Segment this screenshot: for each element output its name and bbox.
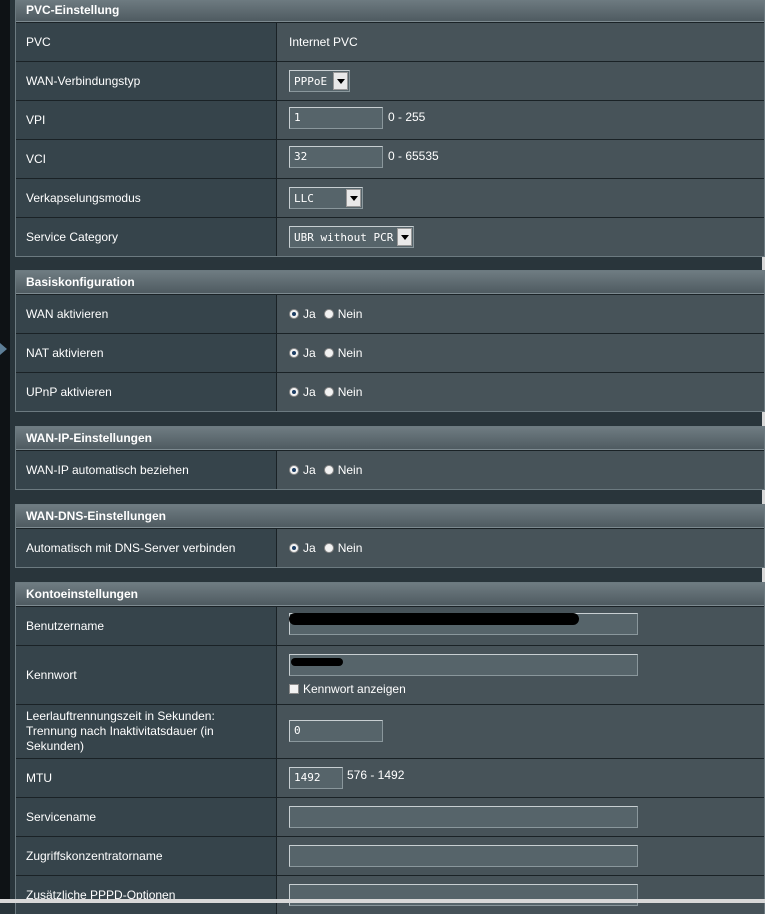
radio-yes-label: Ja	[303, 541, 316, 555]
encap-row: Verkapselungsmodus LLC	[16, 178, 764, 217]
pppd-options-row: Zusätzliche PPPD-Optionen	[16, 875, 764, 914]
pppd-options-label: Zusätzliche PPPD-Optionen	[16, 876, 277, 914]
pvc-value: Internet PVC	[289, 35, 358, 49]
wan-ip-panel: WAN-IP-Einstellungen WAN-IP automatisch …	[15, 426, 765, 490]
basis-config-panel: Basiskonfiguration WAN aktivieren Ja Nei…	[15, 270, 765, 412]
service-name-input[interactable]	[289, 806, 638, 828]
chevron-down-icon[interactable]	[397, 228, 413, 246]
wan-enable-no-radio[interactable]	[323, 309, 334, 319]
pvc-settings-panel: PVC-Einstellung PVC Internet PVC WAN-Ver…	[15, 0, 765, 257]
mtu-label: MTU	[16, 759, 277, 797]
encap-select[interactable]: LLC	[289, 187, 363, 209]
wan-type-selected-value: PPPoE	[294, 74, 328, 88]
radio-yes-label: Ja	[303, 346, 316, 360]
dns-auto-yes-radio[interactable]	[289, 543, 299, 553]
dns-auto-no-radio[interactable]	[323, 543, 334, 553]
wan-ip-auto-row: WAN-IP automatisch beziehen Ja Nein	[16, 450, 764, 489]
nat-enable-yes-radio[interactable]	[289, 348, 299, 358]
vpi-row: VPI 1 0 - 255	[16, 100, 764, 139]
upnp-enable-yes-radio[interactable]	[289, 387, 299, 397]
username-row: Benutzername	[16, 606, 764, 645]
service-name-row: Servicename	[16, 797, 764, 836]
wan-enable-yes-radio[interactable]	[289, 309, 299, 319]
radio-no-label: Nein	[337, 541, 363, 555]
mtu-row: MTU 1492 576 - 1492	[16, 758, 764, 797]
encap-selected-value: LLC	[294, 191, 314, 205]
radio-no-label: Nein	[337, 463, 363, 477]
vpi-input[interactable]: 1	[289, 107, 383, 129]
mtu-input[interactable]: 1492	[289, 767, 343, 789]
wan-ip-auto-label: WAN-IP automatisch beziehen	[16, 451, 277, 489]
service-name-label: Servicename	[16, 798, 277, 836]
radio-yes-label: Ja	[303, 307, 316, 321]
radio-no-label: Nein	[337, 385, 363, 399]
menu-pointer-icon	[0, 343, 7, 355]
idle-timeout-label: Leerlauftrennungszeit in Sekunden: Trenn…	[16, 705, 277, 758]
idle-timeout-input[interactable]: 0	[289, 719, 383, 742]
radio-yes-label: Ja	[303, 385, 316, 399]
password-row: Kennwort Kennwort anzeigen	[16, 645, 764, 704]
pvc-label: PVC	[16, 23, 277, 61]
service-category-row: Service Category UBR without PCR	[16, 217, 764, 256]
encap-label: Verkapselungsmodus	[16, 179, 277, 217]
username-label: Benutzername	[16, 607, 277, 645]
section-title: Basiskonfiguration	[16, 271, 764, 294]
section-title: Kontoeinstellungen	[16, 583, 764, 606]
vpi-label: VPI	[16, 101, 277, 139]
show-password-checkbox[interactable]	[289, 684, 299, 694]
wan-enable-label: WAN aktivieren	[16, 295, 277, 333]
dns-auto-row: Automatisch mit DNS-Server verbinden Ja …	[16, 528, 764, 567]
wan-ip-auto-no-radio[interactable]	[323, 465, 334, 475]
ac-name-label: Zugriffskonzentratorname	[16, 837, 277, 875]
wan-type-label: WAN-Verbindungstyp	[16, 62, 277, 100]
vpi-range: 0 - 255	[388, 110, 426, 124]
radio-no-label: Nein	[337, 346, 363, 360]
vci-range: 0 - 65535	[388, 149, 439, 163]
chevron-down-icon[interactable]	[346, 189, 361, 207]
bottom-window-edge	[0, 899, 765, 903]
password-label: Kennwort	[16, 646, 277, 704]
service-category-select[interactable]: UBR without PCR	[289, 226, 415, 248]
wan-ip-auto-yes-radio[interactable]	[289, 465, 299, 475]
ac-name-row: Zugriffskonzentratorname	[16, 836, 764, 875]
vci-label: VCI	[16, 140, 277, 178]
redaction-mark	[291, 658, 343, 666]
nat-enable-label: NAT aktivieren	[16, 334, 277, 372]
wan-type-row: WAN-Verbindungstyp PPPoE	[16, 61, 764, 100]
redaction-mark	[289, 613, 579, 625]
idle-timeout-row: Leerlauftrennungszeit in Sekunden: Trenn…	[16, 704, 764, 758]
left-sidebar-edge	[0, 0, 10, 903]
ac-name-input[interactable]	[289, 845, 638, 867]
wan-enable-row: WAN aktivieren Ja Nein	[16, 294, 764, 333]
section-title: PVC-Einstellung	[16, 0, 764, 22]
mtu-range: 576 - 1492	[347, 768, 405, 782]
nat-enable-no-radio[interactable]	[323, 348, 334, 358]
radio-yes-label: Ja	[303, 463, 316, 477]
section-title: WAN-DNS-Einstellungen	[16, 505, 764, 528]
show-password-label: Kennwort anzeigen	[303, 682, 406, 696]
vci-row: VCI 32 0 - 65535	[16, 139, 764, 178]
service-category-label: Service Category	[16, 218, 277, 256]
section-title: WAN-IP-Einstellungen	[16, 427, 764, 450]
upnp-enable-no-radio[interactable]	[323, 387, 334, 397]
wan-type-select[interactable]: PPPoE	[289, 70, 351, 92]
service-category-selected-value: UBR without PCR	[294, 230, 394, 244]
radio-no-label: Nein	[337, 307, 363, 321]
upnp-enable-row: UPnP aktivieren Ja Nein	[16, 372, 764, 411]
vci-input[interactable]: 32	[289, 146, 383, 168]
nat-enable-row: NAT aktivieren Ja Nein	[16, 333, 764, 372]
pvc-row: PVC Internet PVC	[16, 22, 764, 61]
wan-dns-panel: WAN-DNS-Einstellungen Automatisch mit DN…	[15, 504, 765, 568]
upnp-enable-label: UPnP aktivieren	[16, 373, 277, 411]
chevron-down-icon[interactable]	[333, 72, 349, 90]
account-settings-panel: Kontoeinstellungen Benutzername Kennwort…	[15, 582, 765, 914]
dns-auto-label: Automatisch mit DNS-Server verbinden	[16, 529, 277, 567]
